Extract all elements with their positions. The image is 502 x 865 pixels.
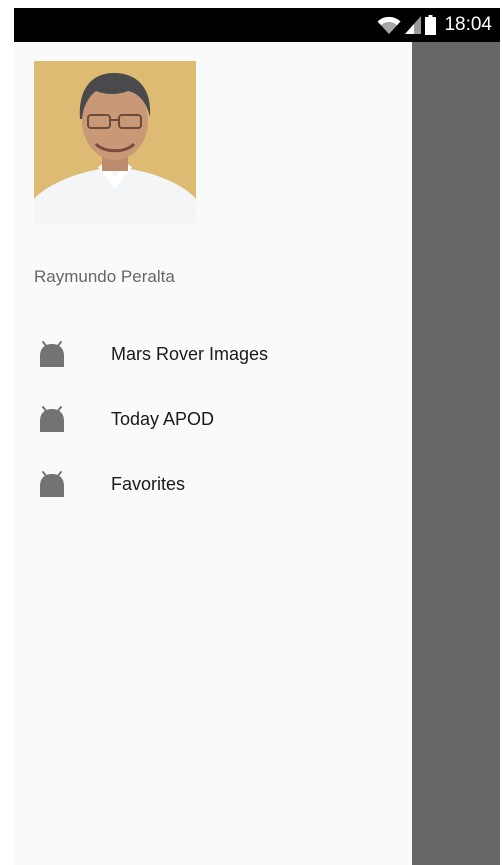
avatar [34,61,196,223]
wifi-icon [377,16,401,34]
android-icon [40,471,64,497]
status-bar: 18:04 [14,8,500,42]
nav-item-label: Favorites [111,474,186,494]
nav-item-favorites[interactable]: Favorites [14,458,412,523]
nav-item-mars-rover-images[interactable]: Mars Rover Images [14,328,412,393]
profile-photo [34,61,196,223]
android-icon [40,406,64,432]
signal-icon [405,16,422,34]
status-time: 18:04 [444,14,492,35]
android-icon [40,341,64,367]
drawer-scrim[interactable] [412,42,500,865]
nav-item-label: Mars Rover Images [111,344,269,364]
user-name: Raymundo Peralta [34,267,175,286]
navigation-drawer: Raymundo Peralta Mars Rover Images Today… [14,42,412,865]
nav-list: Mars Rover Images Today APOD Favorites [14,328,412,523]
nav-item-today-apod[interactable]: Today APOD [14,393,412,458]
battery-icon [425,15,437,35]
status-icons: 18:04 [377,8,492,42]
nav-item-label: Today APOD [111,409,215,429]
